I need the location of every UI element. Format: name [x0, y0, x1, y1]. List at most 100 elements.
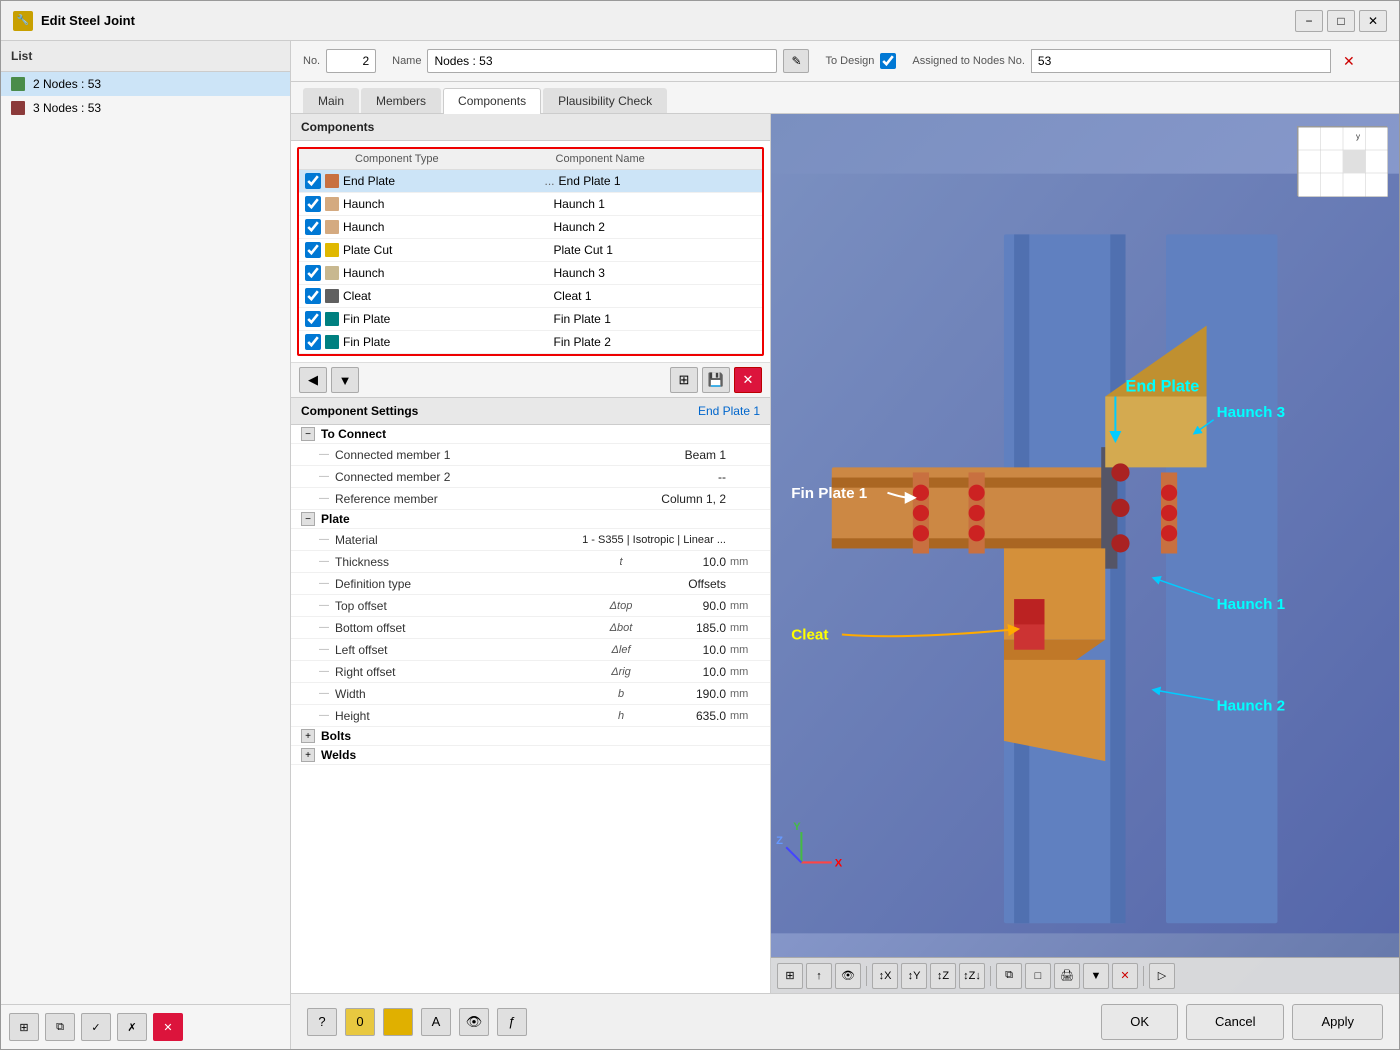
settings-component-name: End Plate 1 [698, 404, 760, 418]
welds-label: Welds [321, 748, 356, 762]
plate-label: Plate [321, 512, 350, 526]
comp-name-1: Haunch 1 [554, 197, 757, 211]
view-btn-6[interactable]: ↕Z↓ [959, 963, 985, 989]
comp-row-2[interactable]: Haunch Haunch 2 [299, 216, 762, 239]
svg-text:End Plate: End Plate [1126, 377, 1200, 395]
comp-row-6[interactable]: Fin Plate Fin Plate 1 [299, 308, 762, 331]
tab-plausibility[interactable]: Plausibility Check [543, 88, 667, 113]
comp-row-4[interactable]: Haunch Haunch 3 [299, 262, 762, 285]
comp-check-4[interactable] [305, 265, 321, 281]
delete-icon: ✕ [743, 372, 754, 388]
sidebar-header: List [1, 41, 290, 72]
comp-check-1[interactable] [305, 196, 321, 212]
prop-definition-type: — Definition type Offsets [291, 573, 770, 595]
to-connect-toggle[interactable]: − [301, 427, 315, 441]
bolts-section: + Bolts [291, 727, 770, 746]
comp-color-2 [325, 220, 339, 234]
sidebar-item-0[interactable]: 2 Nodes : 53 [1, 72, 290, 96]
comp-color-1 [325, 197, 339, 211]
view-btn-1[interactable]: ↑ [806, 963, 832, 989]
comp-row-7[interactable]: Fin Plate Fin Plate 2 [299, 331, 762, 354]
comp-type-1: Haunch [343, 197, 546, 211]
view-btn-9[interactable]: 🖨 [1054, 963, 1080, 989]
assigned-label: Assigned to Nodes No. [912, 55, 1025, 67]
to-design-checkbox[interactable] [880, 53, 896, 69]
plate-toggle[interactable]: − [301, 512, 315, 526]
bottom-left: ? 0 A 👁 ƒ [307, 1008, 527, 1036]
comp-type-col: Component Type [351, 153, 556, 165]
arrow-down-icon: ▼ [339, 373, 352, 388]
minimize-button[interactable]: − [1295, 10, 1323, 32]
view-btn-11[interactable]: ✕ [1112, 963, 1138, 989]
view-btn-5[interactable]: ↕Z [930, 963, 956, 989]
view-sep-0 [866, 966, 867, 986]
view-btn-2[interactable]: 👁 [835, 963, 861, 989]
comp-arrow-down-btn[interactable]: ▼ [331, 367, 359, 393]
apply-button[interactable]: Apply [1292, 1004, 1383, 1040]
sidebar-item-1[interactable]: 3 Nodes : 53 [1, 96, 290, 120]
sidebar-check-btn[interactable]: ✓ [81, 1013, 111, 1041]
comp-name-5: Cleat 1 [554, 289, 757, 303]
comp-name-0: End Plate 1 [559, 174, 757, 188]
name-edit-button[interactable]: ✎ [783, 49, 809, 73]
view-btn-7[interactable]: ⧉ [996, 963, 1022, 989]
comp-row-5[interactable]: Cleat Cleat 1 [299, 285, 762, 308]
comp-color-0 [325, 174, 339, 188]
comp-check-3[interactable] [305, 242, 321, 258]
comp-type-5: Cleat [343, 289, 546, 303]
text-icon-btn[interactable]: A [421, 1008, 451, 1036]
tab-main[interactable]: Main [303, 88, 359, 113]
assigned-clear-button[interactable]: ✕ [1337, 49, 1361, 73]
help-icon-btn[interactable]: ? [307, 1008, 337, 1036]
welds-toggle[interactable]: + [301, 748, 315, 762]
zero-icon-btn[interactable]: 0 [345, 1008, 375, 1036]
comp-name-2: Haunch 2 [554, 220, 757, 234]
close-button[interactable]: ✕ [1359, 10, 1387, 32]
sidebar-copy-btn[interactable]: ⧉ [45, 1013, 75, 1041]
maximize-button[interactable]: □ [1327, 10, 1355, 32]
view-btn-8[interactable]: □ [1025, 963, 1051, 989]
comp-save-btn[interactable]: 💾 [702, 367, 730, 393]
sidebar-uncheck-btn[interactable]: ✗ [117, 1013, 147, 1041]
comp-check-6[interactable] [305, 311, 321, 327]
bolts-toggle[interactable]: + [301, 729, 315, 743]
mini-map: y [1297, 126, 1387, 196]
view-btn-12[interactable]: ▷ [1149, 963, 1175, 989]
comp-row-0[interactable]: End Plate ... End Plate 1 [299, 170, 762, 193]
cancel-button[interactable]: Cancel [1186, 1004, 1284, 1040]
comp-row-1[interactable]: Haunch Haunch 1 [299, 193, 762, 216]
view-btn-3[interactable]: ↕X [872, 963, 898, 989]
comp-row-3[interactable]: Plate Cut Plate Cut 1 [299, 239, 762, 262]
svg-text:Z: Z [776, 835, 783, 847]
sidebar-add-btn[interactable]: ⊞ [9, 1013, 39, 1041]
view-btn-10[interactable]: ▼ [1083, 963, 1109, 989]
comp-check-0[interactable] [305, 173, 321, 189]
comp-add-btn[interactable]: ⊞ [670, 367, 698, 393]
tab-members[interactable]: Members [361, 88, 441, 113]
comp-table-header: Component Type Component Name [299, 149, 762, 170]
formula-icon-btn[interactable]: ƒ [497, 1008, 527, 1036]
comp-arrow-left-btn[interactable]: ◀ [299, 367, 327, 393]
components-section-header: Components [291, 114, 770, 141]
sidebar-item-label-1: 3 Nodes : 53 [33, 101, 101, 115]
color-icon-btn[interactable] [383, 1008, 413, 1036]
tab-components[interactable]: Components [443, 88, 541, 114]
no-input[interactable] [326, 49, 376, 73]
ok-button[interactable]: OK [1101, 1004, 1178, 1040]
prop-top-offset: — Top offset Δtop 90.0 mm [291, 595, 770, 617]
assigned-input[interactable] [1031, 49, 1331, 73]
comp-dots-0: ... [541, 174, 559, 188]
eye-icon-btn[interactable]: 👁 [459, 1008, 489, 1036]
comp-check-2[interactable] [305, 219, 321, 235]
comp-check-5[interactable] [305, 288, 321, 304]
view-btn-0[interactable]: ⊞ [777, 963, 803, 989]
svg-text:y: y [1356, 132, 1360, 141]
welds-section: + Welds [291, 746, 770, 765]
sidebar-delete-btn[interactable]: ✕ [153, 1013, 183, 1041]
comp-delete-btn[interactable]: ✕ [734, 367, 762, 393]
view-btn-4[interactable]: ↕Y [901, 963, 927, 989]
scene-svg: End Plate Fin Plate 1 Haunch 3 Haunch 1 … [771, 114, 1399, 993]
comp-check-7[interactable] [305, 334, 321, 350]
view-sep-2 [1143, 966, 1144, 986]
name-input[interactable] [427, 49, 777, 73]
